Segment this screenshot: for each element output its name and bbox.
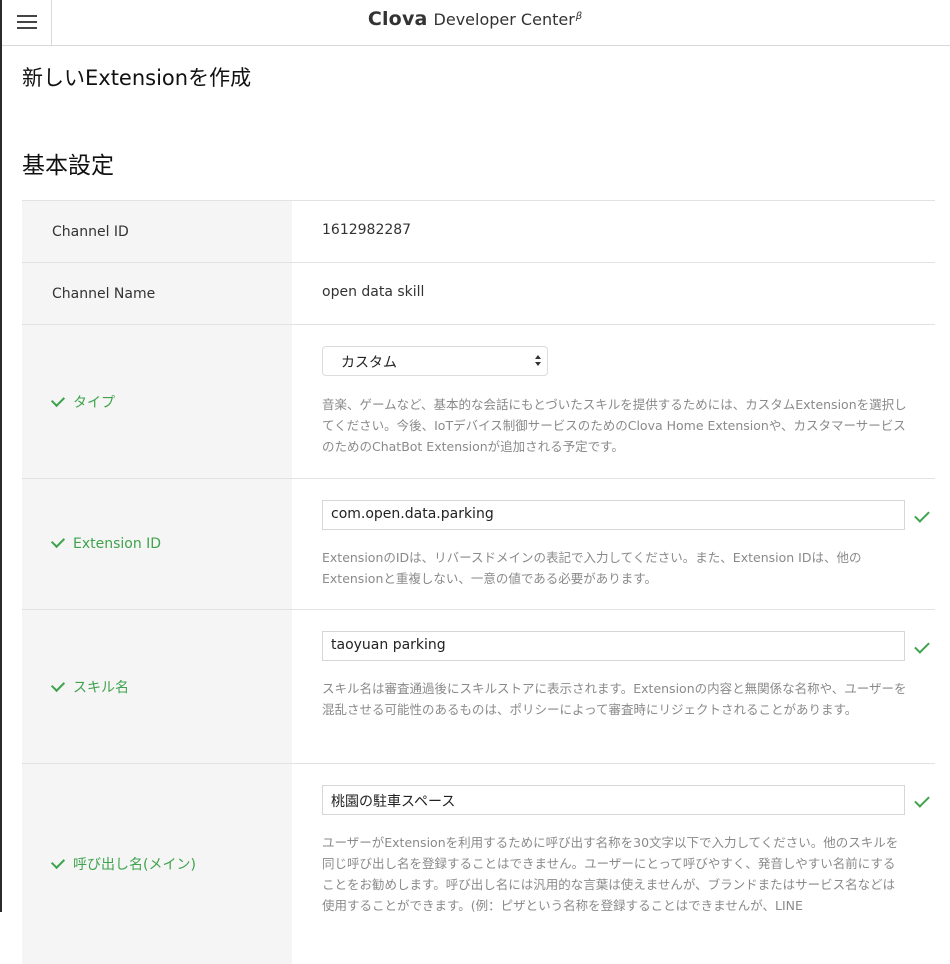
brand-logo[interactable]: Clova Developer Centerβ (0, 8, 950, 30)
valid-check-icon (914, 638, 930, 654)
check-icon (50, 392, 66, 407)
channel-id-row: Channel ID 1612982287 (22, 201, 935, 263)
extension-id-input[interactable]: com.open.data.parking (322, 500, 905, 530)
select-arrows-icon (535, 354, 541, 368)
channel-id-value: 1612982287 (322, 222, 412, 238)
type-label-cell: タイプ (22, 325, 292, 478)
skill-name-label: スキル名 (73, 679, 129, 696)
channel-name-row: Channel Name open data skill (22, 263, 935, 325)
extension-id-help-text: ExtensionのIDは、リバースドメインの表記で入力してください。また、Ex… (322, 550, 862, 586)
brand-sub: Developer Center (433, 10, 575, 29)
type-label: タイプ (73, 394, 115, 411)
valid-check-icon (914, 792, 930, 808)
brand-main: Clova (367, 8, 428, 30)
extension-id-label-cell: Extension ID (22, 479, 292, 609)
type-select[interactable]: カスタム (322, 346, 548, 376)
basic-settings-form: Channel ID 1612982287 Channel Name open … (22, 200, 935, 964)
invocation-name-label: 呼び出し名(メイン) (73, 857, 196, 873)
invocation-name-input[interactable]: 桃園の駐車スペース (322, 785, 905, 815)
invocation-name-label-cell: 呼び出し名(メイン) (22, 764, 292, 964)
extension-id-label: Extension ID (73, 536, 162, 552)
brand-beta: β (575, 10, 583, 22)
type-select-value: カスタム (341, 355, 397, 371)
extension-id-row: Extension ID com.open.data.parking Exten… (22, 479, 935, 610)
type-help-text: 音楽、ゲームなど、基本的な会話にもとづいたスキルを提供するためには、カスタムEx… (322, 397, 907, 454)
check-icon (50, 533, 66, 549)
valid-check-icon (914, 507, 930, 523)
channel-id-label: Channel ID (52, 223, 129, 240)
check-icon (50, 677, 66, 692)
invocation-name-help-text: ユーザーがExtensionを利用するために呼び出す名称を30文字以下で入力して… (322, 835, 899, 913)
top-bar: Clova Developer Centerβ (0, 0, 950, 46)
page-title: 新しいExtensionを作成 (22, 66, 252, 90)
channel-id-label-cell: Channel ID (22, 201, 292, 262)
check-icon (50, 854, 66, 870)
invocation-name-row: 呼び出し名(メイン) 桃園の駐車スペース ユーザーがExtensionを利用する… (22, 764, 935, 964)
type-row: タイプ カスタム 音楽、ゲームなど、基本的な会話にもとづいたスキルを提供するため… (22, 325, 935, 479)
skill-name-help-text: スキル名は審査通過後にスキルストアに表示されます。Extensionの内容と無関… (322, 681, 907, 717)
skill-name-input[interactable]: taoyuan parking (322, 631, 905, 661)
channel-name-label-cell: Channel Name (22, 263, 292, 324)
window-left-edge (0, 0, 2, 912)
channel-name-value: open data skill (322, 284, 425, 300)
section-title: 基本設定 (22, 153, 114, 179)
skill-name-row: スキル名 taoyuan parking スキル名は審査通過後にスキルストアに表… (22, 610, 935, 764)
skill-name-label-cell: スキル名 (22, 610, 292, 763)
channel-name-label: Channel Name (52, 285, 156, 302)
